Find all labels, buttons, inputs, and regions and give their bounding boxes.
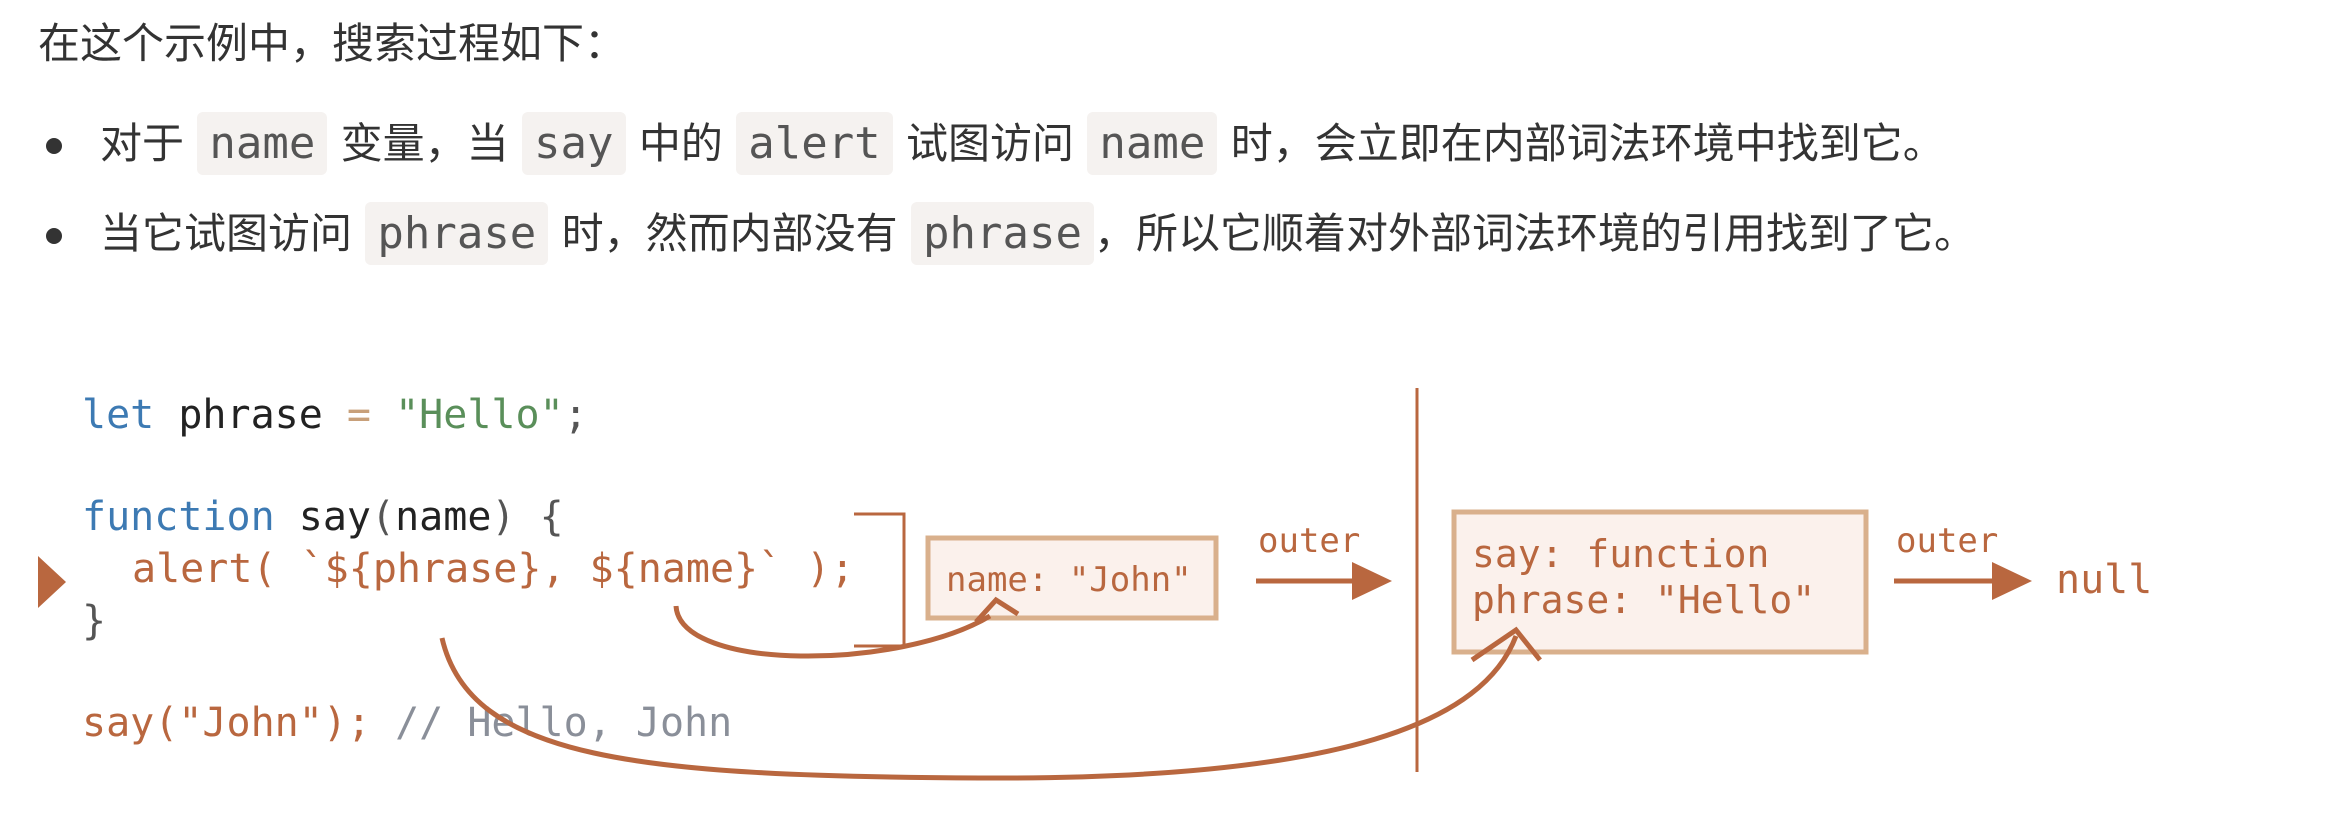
list-item-1-text: 对于 name 变量，当 say 中的 alert 试图访问 name 时，会立… (100, 112, 1945, 175)
bullet-text: 当它试图访问 (100, 209, 366, 258)
inner-env-record: name: "John" (946, 560, 1192, 600)
null-label: null (2056, 557, 2152, 603)
inline-code: alert (736, 112, 893, 175)
inline-code: phrase (365, 202, 549, 265)
function-body-bracket (854, 512, 906, 648)
bullet-text: 试图访问 (892, 119, 1088, 168)
outer-env-record-say: say: function (1472, 532, 1769, 576)
list-item-2: 当它试图访问 phrase 时，然而内部没有 phrase ，所以它顺着对外部词法… (38, 202, 2308, 265)
outer-label-1: outer (1258, 521, 1360, 561)
outer-arrow-2-head-icon (1992, 562, 2032, 600)
inline-code: name (197, 112, 328, 175)
list-item-1: 对于 name 变量，当 say 中的 alert 试图访问 name 时，会立… (38, 112, 2308, 175)
inline-code: phrase (911, 202, 1094, 265)
execution-pointer-icon (38, 556, 66, 608)
code-keyword-function: function (82, 494, 275, 540)
bullet-text: 时，然而内部没有 (548, 209, 912, 258)
list-item-2-text: 当它试图访问 phrase 时，然而内部没有 phrase ，所以它顺着对外部词法… (100, 202, 1976, 265)
inline-code: say (522, 112, 626, 175)
outer-arrow-1-head-icon (1352, 562, 1392, 600)
code-keyword-let: let (82, 392, 154, 438)
intro-text: 在这个示例中，搜索过程如下： (38, 19, 627, 68)
search-steps-list: 对于 name 变量，当 say 中的 alert 试图访问 name 时，会立… (38, 112, 2308, 294)
code-line-3: alert( `${phrase}, ${name}` ); (132, 546, 854, 592)
outer-env-record-phrase: phrase: "Hello" (1472, 578, 1815, 622)
bullet-text: 变量，当 (327, 119, 523, 168)
code-line-5: say("John"); // Hello, John (82, 700, 732, 746)
bullet-text: 中的 (625, 119, 737, 168)
inline-code: name (1087, 112, 1218, 175)
lexical-environment-diagram: let phrase = "Hello"; function say(name)… (38, 388, 2152, 781)
outer-label-2: outer (1896, 521, 1998, 561)
bullet-text: 时，会立即在内部词法环境中找到它。 (1217, 119, 1945, 168)
bullet-dot (46, 138, 62, 154)
code-line-2: function say(name) { (82, 494, 564, 540)
code-line-4: } (82, 598, 106, 644)
bullet-text: 对于 (100, 119, 198, 168)
bullet-dot (46, 228, 62, 244)
code-line-1: let phrase = "Hello"; (82, 392, 588, 438)
bullet-text: ，所以它顺着对外部词法环境的引用找到了它。 (1093, 209, 1976, 258)
inner-env-box: name: "John" (925, 535, 1219, 621)
